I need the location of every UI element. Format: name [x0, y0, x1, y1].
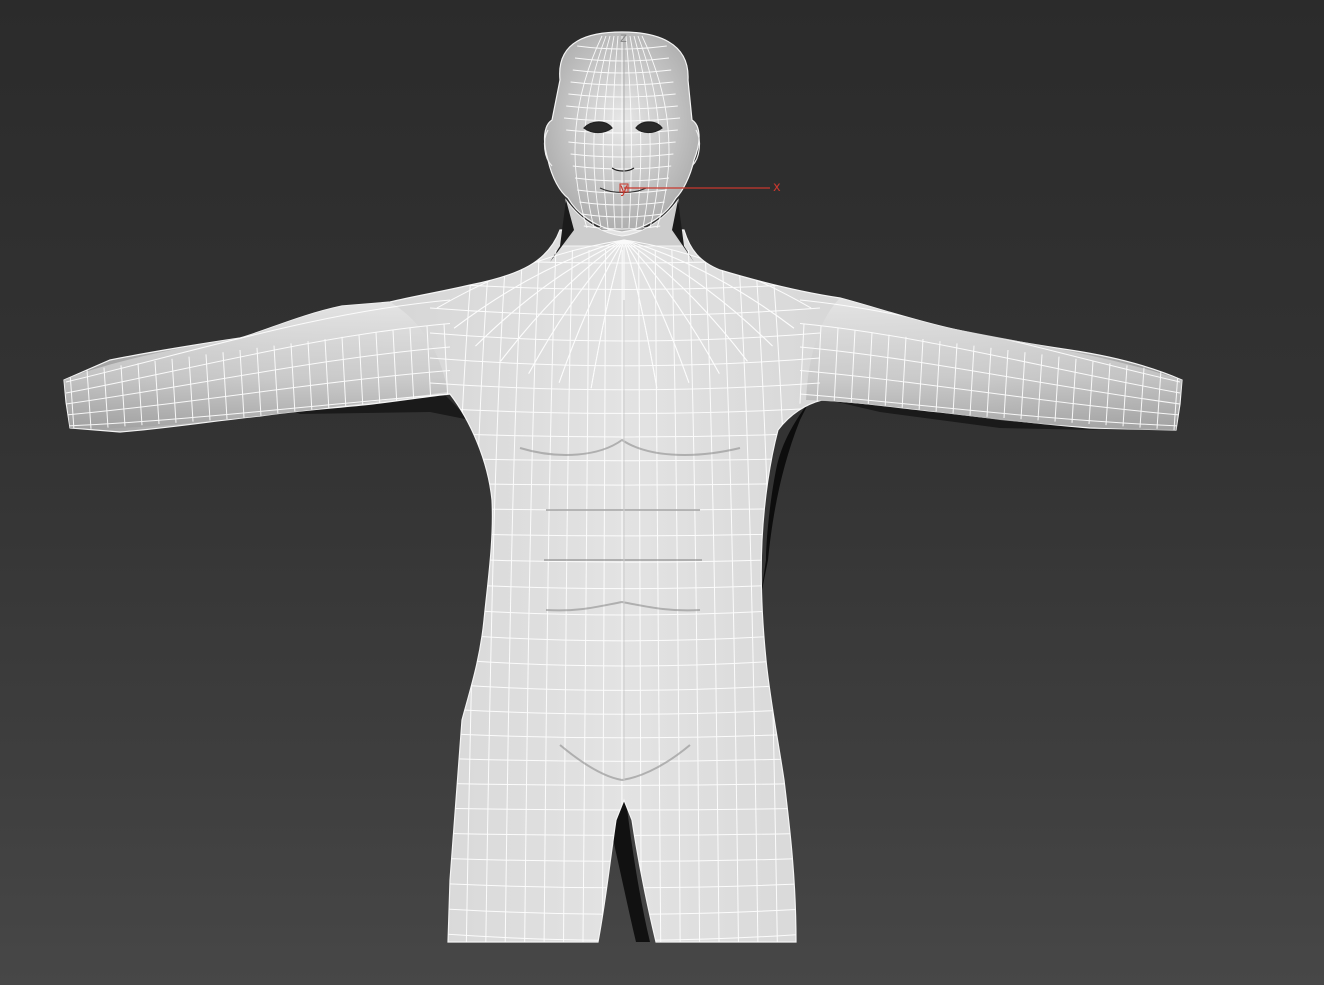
gizmo-y-label: y: [620, 182, 628, 197]
viewport-canvas[interactable]: x y z: [0, 0, 1324, 985]
gizmo-x-label: x: [773, 180, 781, 195]
perspective-viewport[interactable]: x y z: [0, 0, 1324, 985]
gizmo-z-label: z: [620, 31, 627, 46]
